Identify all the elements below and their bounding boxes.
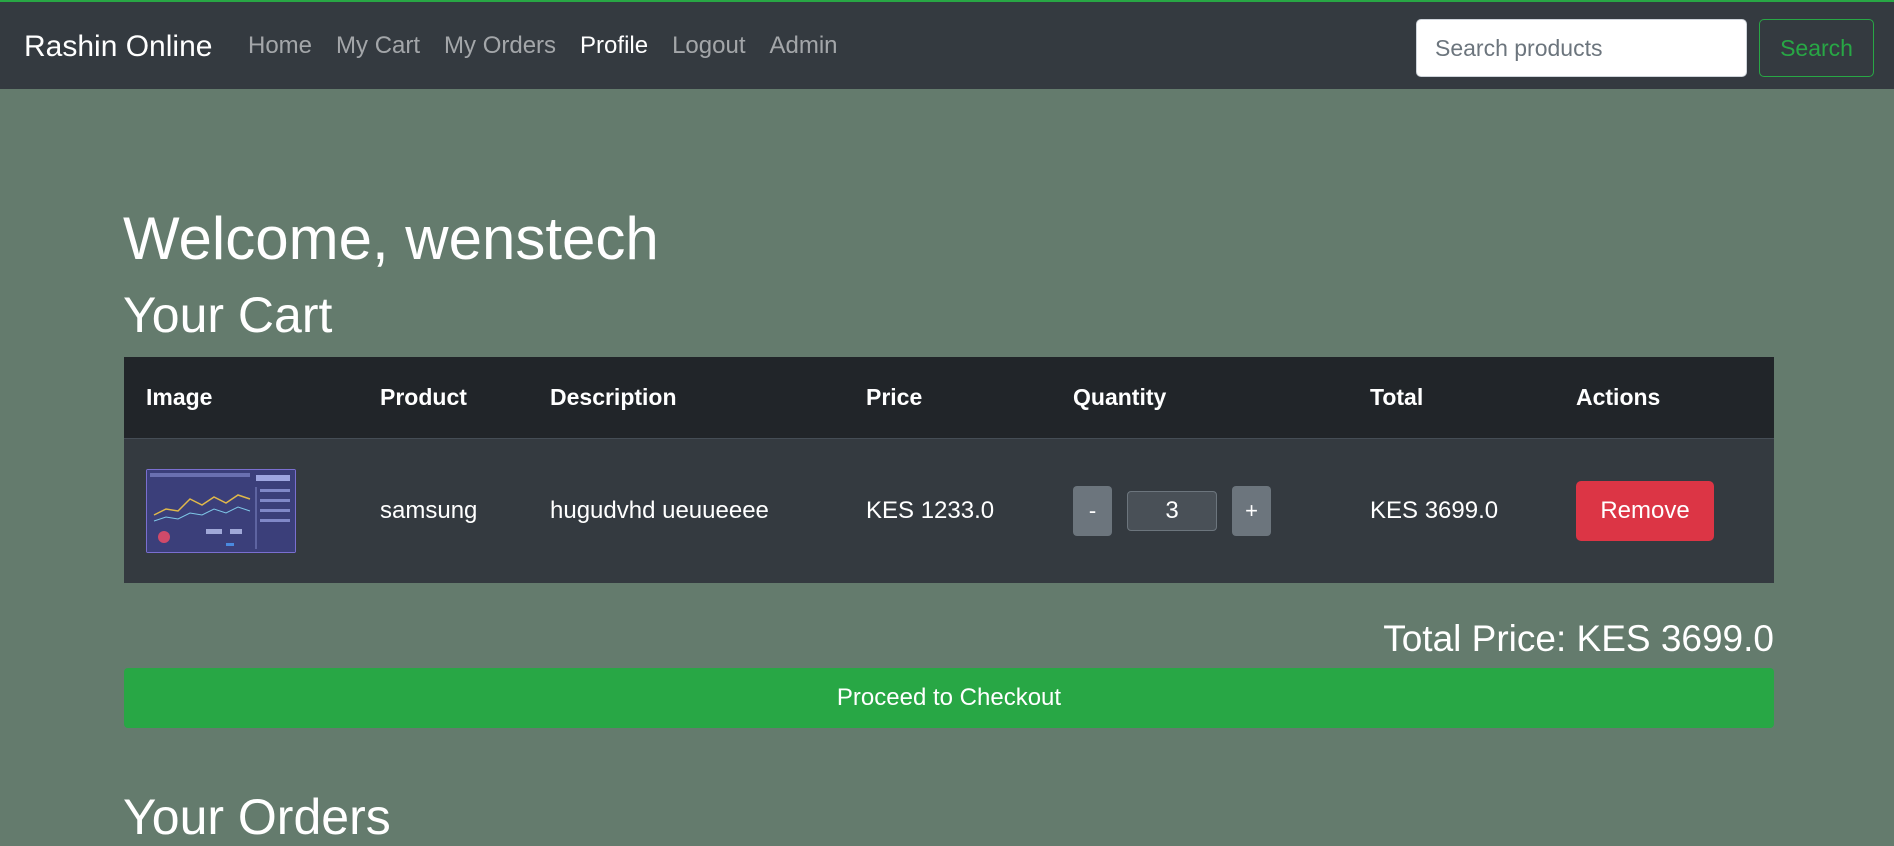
column-header-price: Price <box>844 357 1051 439</box>
welcome-heading: Welcome, wenstech <box>123 205 659 272</box>
cart-table-header: Image Product Description Price Quantity… <box>124 357 1774 439</box>
top-navbar: Rashin Online Home My Cart My Orders Pro… <box>0 0 1894 89</box>
cell-actions: Remove <box>1554 438 1774 583</box>
column-header-description: Description <box>528 357 844 439</box>
cell-total: KES 3699.0 <box>1370 496 1499 524</box>
nav-link-admin[interactable]: Admin <box>769 32 837 60</box>
nav-links: Home My Cart My Orders Profile Logout Ad… <box>248 32 862 60</box>
nav-link-home[interactable]: Home <box>248 32 312 60</box>
cart-total-price: Total Price: KES 3699.0 <box>1383 618 1774 659</box>
search-button[interactable]: Search <box>1759 19 1874 77</box>
decrement-quantity-button[interactable]: - <box>1073 485 1112 536</box>
cell-description: hugudvhd ueuueeee <box>550 496 769 524</box>
brand-logo-link[interactable]: Rashin Online <box>24 30 212 64</box>
column-header-image: Image <box>124 357 358 439</box>
nav-link-my-cart[interactable]: My Cart <box>336 32 420 60</box>
column-header-actions: Actions <box>1554 357 1774 439</box>
cart-heading: Your Cart <box>123 287 333 343</box>
cell-price: KES 1233.0 <box>866 496 995 524</box>
quantity-input[interactable] <box>1127 490 1217 531</box>
orders-heading: Your Orders <box>123 789 391 845</box>
nav-link-logout[interactable]: Logout <box>672 32 745 60</box>
nav-link-profile[interactable]: Profile <box>580 32 648 60</box>
remove-button[interactable]: Remove <box>1576 480 1714 541</box>
product-thumbnail-icon <box>146 468 296 553</box>
nav-link-my-orders[interactable]: My Orders <box>444 32 556 60</box>
column-header-quantity: Quantity <box>1051 357 1348 439</box>
cell-quantity: - + <box>1051 438 1348 583</box>
proceed-to-checkout-button[interactable]: Proceed to Checkout <box>124 668 1774 728</box>
column-header-total: Total <box>1348 357 1554 439</box>
table-header-row: Image Product Description Price Quantity… <box>124 357 1774 439</box>
cart-table: Image Product Description Price Quantity… <box>124 357 1774 583</box>
cell-product: samsung <box>380 496 478 524</box>
quantity-stepper: - + <box>1073 485 1348 536</box>
cell-image <box>124 438 358 583</box>
increment-quantity-button[interactable]: + <box>1232 485 1271 536</box>
table-row: samsung hugudvhd ueuueeee KES 1233.0 - +… <box>124 438 1774 583</box>
search-input[interactable] <box>1416 19 1747 77</box>
column-header-product: Product <box>358 357 528 439</box>
